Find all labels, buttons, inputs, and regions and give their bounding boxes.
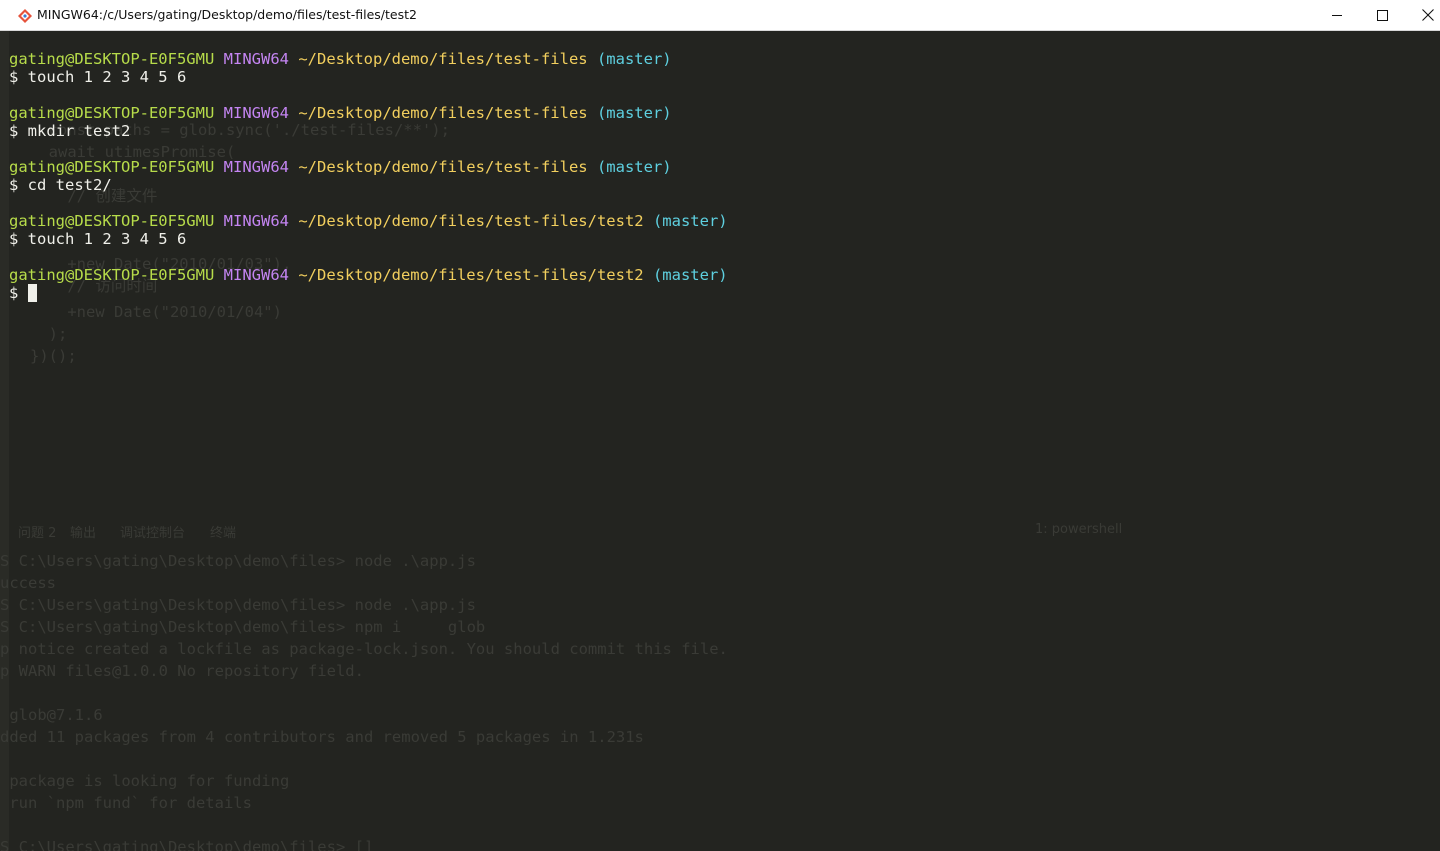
prompt-branch: (master): [652, 266, 728, 284]
prompt-user: gating@DESKTOP-E0F5GMU: [9, 266, 215, 284]
ghost-tab: 问题 2: [18, 526, 57, 541]
ghost-terminal-line: package is looking for funding: [0, 772, 290, 790]
ghost-terminal-line: S C:\Users\gating\Desktop\demo\files> no…: [0, 596, 476, 614]
ghost-tab: 终端: [210, 526, 237, 541]
prompt-user: gating@DESKTOP-E0F5GMU: [9, 158, 215, 176]
prompt-branch: (master): [596, 50, 672, 68]
prompt-user: gating@DESKTOP-E0F5GMU: [9, 212, 215, 230]
ghost-editor-line: })();: [30, 347, 77, 365]
prompt-path: ~/Desktop/demo/files/test-files: [298, 158, 588, 176]
prompt-path: ~/Desktop/demo/files/test-files/test2: [298, 212, 644, 230]
prompt-line: gating@DESKTOP-E0F5GMU MINGW64 ~/Desktop…: [9, 104, 672, 122]
text-cursor: [27, 284, 37, 302]
command-input-line[interactable]: $: [9, 284, 37, 302]
prompt-user: gating@DESKTOP-E0F5GMU: [9, 50, 215, 68]
ghost-editor-line: +new Date("2010/01/04"): [30, 303, 282, 321]
prompt-user: gating@DESKTOP-E0F5GMU: [9, 104, 215, 122]
window-titlebar[interactable]: MINGW64:/c/Users/gating/Desktop/demo/fil…: [0, 0, 1440, 31]
ghost-terminal-line: S C:\Users\gating\Desktop\demo\files> np…: [0, 618, 486, 636]
minimize-icon: [1331, 6, 1343, 25]
prompt-branch: (master): [596, 104, 672, 122]
command-line: $ touch 1 2 3 4 5 6: [9, 230, 187, 248]
prompt-host: MINGW64: [223, 50, 289, 68]
prompt-line: gating@DESKTOP-E0F5GMU MINGW64 ~/Desktop…: [9, 212, 728, 230]
ghost-terminal-line: p notice created a lockfile as package-l…: [0, 640, 728, 658]
ghost-terminal-line: run `npm fund` for details: [0, 794, 252, 812]
prompt-path: ~/Desktop/demo/files/test-files: [298, 104, 588, 122]
prompt-path: ~/Desktop/demo/files/test-files: [298, 50, 588, 68]
ghost-editor-line: );: [30, 325, 68, 343]
prompt-branch: (master): [596, 158, 672, 176]
minimize-button[interactable]: [1314, 0, 1360, 30]
command-line: $ mkdir test2: [9, 122, 131, 140]
ghost-tab: 输出: [70, 526, 97, 541]
git-bash-icon: [17, 8, 33, 24]
prompt-host: MINGW64: [223, 158, 289, 176]
prompt-symbol: $: [9, 284, 28, 302]
maximize-icon: [1376, 6, 1388, 25]
command-line: $ touch 1 2 3 4 5 6: [9, 68, 187, 86]
prompt-line: gating@DESKTOP-E0F5GMU MINGW64 ~/Desktop…: [9, 158, 672, 176]
prompt-host: MINGW64: [223, 212, 289, 230]
ghost-tab: 调试控制台: [120, 526, 186, 541]
ghost-panel-label: 1: powershell: [1035, 522, 1123, 537]
prompt-line: gating@DESKTOP-E0F5GMU MINGW64 ~/Desktop…: [9, 266, 728, 284]
command-line: $ cd test2/: [9, 176, 112, 194]
prompt-host: MINGW64: [223, 266, 289, 284]
ghost-terminal-line: p WARN files@1.0.0 No repository field.: [0, 662, 364, 680]
ghost-terminal-line: uccess: [0, 574, 56, 592]
close-button[interactable]: [1405, 0, 1440, 30]
maximize-button[interactable]: [1359, 0, 1405, 30]
ghost-terminal-line: glob@7.1.6: [0, 706, 103, 724]
ghost-terminal-line: S C:\Users\gating\Desktop\demo\files> []: [0, 838, 374, 851]
close-icon: [1422, 6, 1434, 25]
window-title: MINGW64:/c/Users/gating/Desktop/demo/fil…: [37, 7, 417, 22]
prompt-host: MINGW64: [223, 104, 289, 122]
prompt-line: gating@DESKTOP-E0F5GMU MINGW64 ~/Desktop…: [9, 50, 672, 68]
ghost-terminal-line: dded 11 packages from 4 contributors and…: [0, 728, 644, 746]
terminal-area[interactable]: const paths = glob.sync('./test-files/**…: [0, 31, 1440, 851]
ghost-terminal-line: S C:\Users\gating\Desktop\demo\files> no…: [0, 552, 476, 570]
prompt-branch: (master): [652, 212, 728, 230]
prompt-path: ~/Desktop/demo/files/test-files/test2: [298, 266, 644, 284]
